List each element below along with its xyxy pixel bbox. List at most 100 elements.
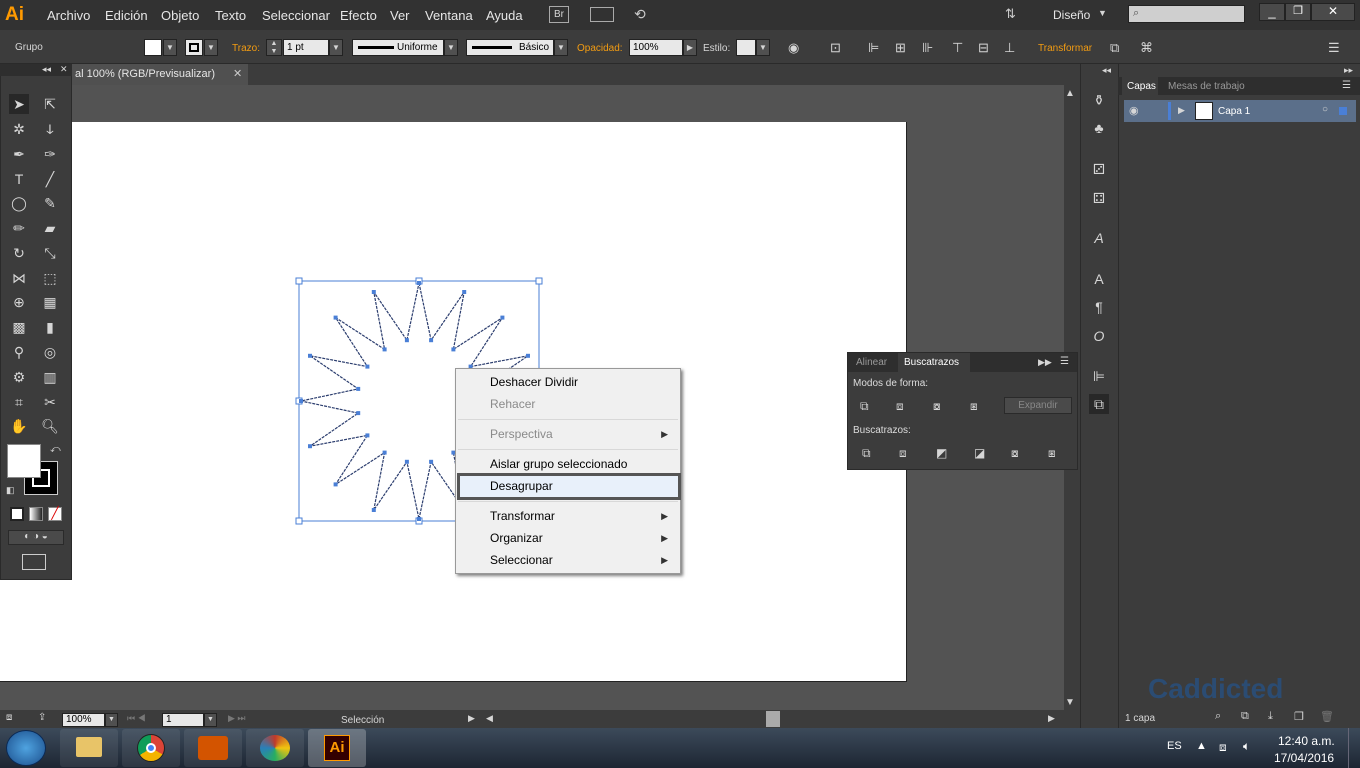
anchor-point[interactable]	[500, 315, 505, 320]
trim-icon[interactable]: ⧈	[899, 446, 907, 461]
anchor-point[interactable]	[404, 459, 409, 464]
illustrator-taskbar-icon[interactable]: Ai	[308, 729, 366, 767]
lasso-tool-icon[interactable]: ↆ	[40, 119, 60, 139]
outline-icon[interactable]: ⧇	[1011, 446, 1019, 461]
transform-item[interactable]: Transformar	[490, 509, 555, 523]
selection-indicator[interactable]	[1339, 107, 1347, 115]
new-layer-icon[interactable]: ❐	[1294, 710, 1304, 723]
profile-dropdown[interactable]: ▼	[444, 39, 458, 56]
anchor-point[interactable]	[308, 353, 312, 358]
panel-menu-icon[interactable]: ☰	[1328, 40, 1340, 56]
fill-color-box[interactable]	[7, 444, 41, 478]
anchor-point[interactable]	[462, 290, 467, 294]
chrome-icon[interactable]	[122, 729, 180, 767]
clock-time[interactable]: 12:40 a.m.	[1278, 734, 1335, 748]
anchor-point[interactable]	[429, 338, 434, 343]
gradient-mode-icon[interactable]	[29, 507, 43, 521]
anchor-point[interactable]	[333, 482, 338, 487]
type-tool-icon[interactable]: T	[9, 169, 29, 189]
stroke-weight-dropdown[interactable]: ▼	[329, 39, 343, 56]
tab-align[interactable]: Alinear	[856, 357, 887, 368]
panel-menu-icon[interactable]: ☰	[1342, 80, 1351, 91]
unite-icon[interactable]: ⧉	[860, 399, 869, 414]
zoom-level-input[interactable]: 100%	[62, 713, 105, 727]
expand-layer-icon[interactable]: ▶	[1178, 105, 1185, 116]
menu-ventana[interactable]: Ventana	[425, 8, 473, 23]
arrange-item[interactable]: Organizar	[490, 531, 543, 545]
align-right-icon[interactable]: ⊪	[922, 40, 933, 56]
collapse-icon[interactable]: ▸▸	[1344, 65, 1353, 76]
stroke-swatch[interactable]	[185, 39, 203, 56]
volume-icon[interactable]: 🔈︎	[1243, 739, 1250, 754]
expand-button[interactable]: Expandir	[1004, 397, 1072, 414]
undo-split-item[interactable]: Deshacer Dividir	[490, 375, 578, 389]
isolate-group-item[interactable]: Aislar grupo seleccionado	[490, 457, 627, 471]
minus-front-icon[interactable]: ⧈	[896, 399, 904, 414]
align-panel-icon[interactable]: ⊫	[1089, 366, 1109, 386]
draw-modes-icon[interactable]: ◐ ◑ ◒	[8, 530, 64, 545]
anchor-point[interactable]	[451, 347, 456, 352]
ungroup-item[interactable]: Desagrupar	[490, 479, 553, 493]
horizontal-scroll-thumb[interactable]	[766, 711, 780, 727]
default-colors-icon[interactable]: ◧	[6, 485, 15, 496]
language-indicator[interactable]: ES	[1167, 740, 1182, 752]
document-tab[interactable]: al 100% (RGB/Previsualizar)	[72, 64, 248, 85]
anchor-point[interactable]	[333, 315, 338, 320]
opacity-input[interactable]: 100%	[629, 39, 683, 56]
swap-colors-icon[interactable]: ⤺	[50, 444, 61, 455]
align-vcenter-icon[interactable]: ⊟	[978, 40, 989, 56]
opacity-dropdown[interactable]: ▶	[683, 39, 697, 56]
first-artboard-icon[interactable]: ⏮ ◀	[127, 713, 146, 724]
mesh-tool-icon[interactable]: ▩	[9, 317, 29, 337]
envelope-icon[interactable]: ⌘	[1140, 40, 1153, 56]
maximize-button[interactable]: ❐	[1285, 3, 1311, 21]
anchor-point[interactable]	[526, 353, 530, 358]
anchor-point[interactable]	[382, 450, 387, 455]
stroke-weight-stepper[interactable]: ▲ ▼	[266, 39, 282, 56]
show-desktop-button[interactable]	[1348, 728, 1360, 768]
scale-tool-icon[interactable]: ⤡	[40, 243, 60, 263]
artboard-nav-icon[interactable]: ⧈	[6, 712, 12, 723]
paragraph-styles-icon[interactable]: ⚃	[1089, 188, 1109, 208]
arrange-documents-icon[interactable]	[590, 7, 614, 22]
symbols-panel-icon[interactable]: ♣	[1089, 118, 1109, 138]
menu-seleccionar[interactable]: Seleccionar	[262, 8, 330, 23]
align-left-icon[interactable]: ⊫	[868, 40, 879, 56]
anchor-point[interactable]	[365, 364, 370, 369]
hand-tool-icon[interactable]: ✋	[9, 416, 29, 436]
none-mode-icon[interactable]: ╱	[48, 507, 62, 521]
slice-tool-icon[interactable]: ✂	[40, 392, 60, 412]
media-player-icon[interactable]	[184, 729, 242, 767]
bridge-button[interactable]: Br	[549, 6, 569, 23]
show-hidden-icons-icon[interactable]: ▲	[1196, 740, 1207, 752]
symbol-sprayer-tool-icon[interactable]: ⚙	[9, 367, 29, 387]
minimize-button[interactable]: _	[1259, 3, 1285, 21]
ellipse-tool-icon[interactable]: ◯	[9, 193, 29, 213]
zoom-tool-icon[interactable]: 🔍︎	[40, 416, 60, 436]
workspace-switcher[interactable]: Diseño	[1053, 8, 1090, 22]
menu-texto[interactable]: Texto	[215, 8, 246, 23]
width-tool-icon[interactable]: ⋈	[9, 268, 29, 288]
fill-dropdown[interactable]: ▼	[163, 39, 177, 56]
color-mode-icon[interactable]	[10, 507, 24, 521]
align-to-icon[interactable]: ⊡	[830, 40, 841, 56]
anchor-point[interactable]	[365, 433, 370, 438]
recolor-artwork-icon[interactable]: ◉	[788, 40, 799, 56]
menu-efecto[interactable]: Efecto	[340, 8, 377, 23]
select-item[interactable]: Seleccionar	[490, 553, 553, 567]
clipping-mask-icon[interactable]: ⧉	[1241, 710, 1249, 723]
start-button[interactable]	[6, 730, 46, 766]
symbol-sprayer-panel-icon[interactable]: ⚱	[1089, 90, 1109, 110]
eraser-tool-icon[interactable]: ▰	[40, 218, 60, 238]
divide-icon[interactable]: ⧉	[862, 446, 871, 461]
anchor-point[interactable]	[404, 338, 409, 343]
clock-date[interactable]: 17/04/2016	[1274, 751, 1334, 765]
tab-artboards[interactable]: Mesas de trabajo	[1168, 81, 1245, 92]
artboard-number-input[interactable]: 1	[162, 713, 204, 727]
graph-tool-icon[interactable]: ▥	[40, 367, 60, 387]
selection-tool-icon[interactable]: ➤	[9, 94, 29, 114]
opacity-label[interactable]: Opacidad:	[577, 43, 623, 54]
next-artboard-icon[interactable]: ▶ ⏭	[228, 713, 246, 724]
exclude-icon[interactable]: ⧆	[970, 399, 978, 414]
merge-icon[interactable]: ◩	[936, 446, 947, 460]
